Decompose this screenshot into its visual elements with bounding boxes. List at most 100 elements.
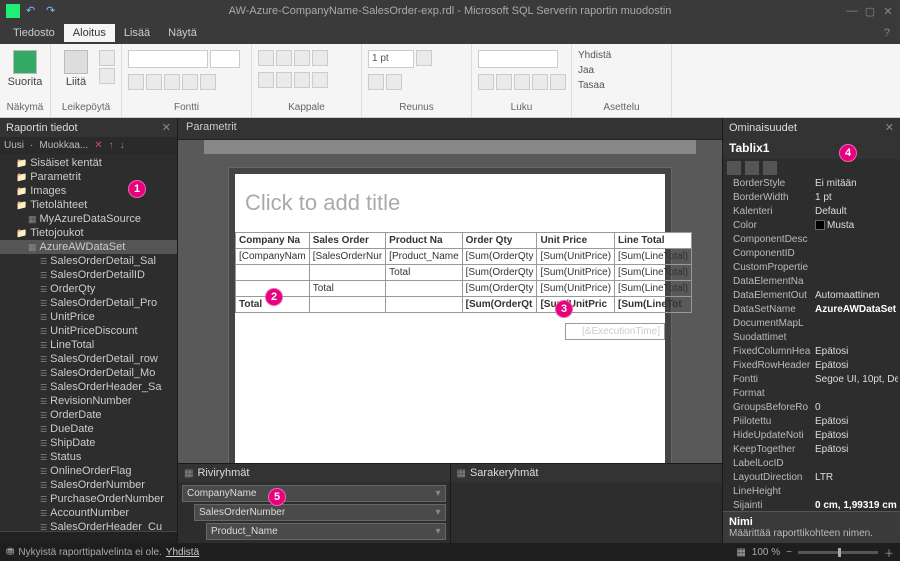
split-button[interactable]: Jaa bbox=[578, 65, 594, 76]
align-left-icon[interactable] bbox=[258, 50, 274, 66]
border-icon[interactable] bbox=[368, 74, 384, 90]
property-row[interactable]: PiilotettuEpätosi bbox=[723, 415, 900, 429]
property-row[interactable]: Suodattimet bbox=[723, 331, 900, 345]
tab-insert[interactable]: Lisää bbox=[115, 24, 159, 42]
tab-file[interactable]: Tiedosto bbox=[4, 24, 64, 42]
tree-node[interactable]: OrderQty bbox=[0, 282, 177, 296]
tree-node[interactable]: PurchaseOrderNumber bbox=[0, 492, 177, 506]
tree-node[interactable]: AccountNumber bbox=[0, 506, 177, 520]
tree-node[interactable]: LineTotal bbox=[0, 338, 177, 352]
border-color-icon[interactable] bbox=[386, 74, 402, 90]
tree-node[interactable]: ShipDate bbox=[0, 436, 177, 450]
undo-icon[interactable]: ↶ bbox=[26, 4, 40, 18]
tree-node[interactable]: Tietojoukot bbox=[0, 226, 177, 240]
new-button[interactable]: Uusi bbox=[4, 140, 24, 151]
paste-button[interactable]: Liitä bbox=[57, 50, 95, 88]
property-row[interactable]: FonttiSegoe UI, 10pt, Default, bbox=[723, 373, 900, 387]
border-style-icon[interactable] bbox=[416, 50, 432, 66]
alphabetical-icon[interactable] bbox=[745, 161, 759, 175]
tree-node[interactable]: SalesOrderDetail_Sal bbox=[0, 254, 177, 268]
italic-icon[interactable] bbox=[146, 74, 162, 90]
tree-node[interactable]: SalesOrderDetailID bbox=[0, 268, 177, 282]
tree-node[interactable]: Tietolähteet bbox=[0, 198, 177, 212]
tree-node[interactable]: OnlineOrderFlag bbox=[0, 464, 177, 478]
indent-icon[interactable] bbox=[312, 72, 328, 88]
comma-icon[interactable] bbox=[514, 74, 530, 90]
down-icon[interactable]: ↓ bbox=[120, 140, 125, 151]
valign-bot-icon[interactable] bbox=[294, 72, 310, 88]
zoom-in-icon[interactable]: ＋ bbox=[884, 545, 894, 560]
tree-node[interactable]: UnitPriceDiscount bbox=[0, 324, 177, 338]
property-row[interactable]: DocumentMapL bbox=[723, 317, 900, 331]
close-icon[interactable]: ✕ bbox=[162, 121, 171, 134]
property-row[interactable]: DataSetNameAzureAWDataSet bbox=[723, 303, 900, 317]
tree-node[interactable]: SalesOrderDetail_row bbox=[0, 352, 177, 366]
row-group[interactable]: CompanyName bbox=[182, 485, 446, 502]
merge-button[interactable]: Yhdistä bbox=[578, 50, 611, 61]
percent-icon[interactable] bbox=[496, 74, 512, 90]
align-button[interactable]: Tasaa bbox=[578, 80, 605, 91]
valign-top-icon[interactable] bbox=[258, 72, 274, 88]
property-row[interactable]: FixedColumnHeaEpätosi bbox=[723, 345, 900, 359]
number-format-select[interactable] bbox=[478, 50, 558, 68]
parameters-tab[interactable]: Parametrit bbox=[178, 118, 722, 140]
report-data-tree[interactable]: Sisäiset kentätParametritImagesTietoläht… bbox=[0, 154, 177, 531]
property-grid[interactable]: BorderStyleEi mitäänBorderWidth1 ptKalen… bbox=[723, 177, 900, 511]
align-justify-icon[interactable] bbox=[312, 50, 328, 66]
property-row[interactable]: ColorMusta bbox=[723, 219, 900, 233]
property-row[interactable]: LineHeight bbox=[723, 485, 900, 499]
underline-icon[interactable] bbox=[164, 74, 180, 90]
currency-icon[interactable] bbox=[478, 74, 494, 90]
tablix[interactable]: Company NaSales OrderProduct NaOrder Qty… bbox=[235, 232, 692, 313]
cut-icon[interactable] bbox=[99, 50, 115, 66]
tree-node[interactable]: SalesOrderDetail_Mo bbox=[0, 366, 177, 380]
align-center-icon[interactable] bbox=[276, 50, 292, 66]
close-icon[interactable]: ✕ bbox=[885, 121, 894, 134]
tree-node[interactable]: SalesOrderHeader_Sa bbox=[0, 380, 177, 394]
font-color-icon[interactable] bbox=[182, 74, 198, 90]
dec-dec-icon[interactable] bbox=[550, 74, 566, 90]
minimize-button[interactable]: — bbox=[846, 5, 858, 17]
align-right-icon[interactable] bbox=[294, 50, 310, 66]
property-row[interactable]: LayoutDirectionLTR bbox=[723, 471, 900, 485]
property-row[interactable]: BorderWidth1 pt bbox=[723, 191, 900, 205]
tree-node[interactable]: OrderDate bbox=[0, 408, 177, 422]
property-row[interactable]: Sijainti0 cm, 1,99319 cm bbox=[723, 499, 900, 511]
tree-node[interactable]: Parametrit bbox=[0, 170, 177, 184]
property-row[interactable]: HideUpdateNotiEpätosi bbox=[723, 429, 900, 443]
close-button[interactable]: ✕ bbox=[882, 5, 894, 18]
redo-icon[interactable]: ↷ bbox=[46, 4, 60, 18]
tree-node[interactable]: AzureAWDataSet bbox=[0, 240, 177, 254]
font-family-select[interactable] bbox=[128, 50, 208, 68]
tree-node[interactable]: Sisäiset kentät bbox=[0, 156, 177, 170]
property-row[interactable]: CustomPropertie bbox=[723, 261, 900, 275]
edit-button[interactable]: Muokkaa... bbox=[39, 140, 88, 151]
property-row[interactable]: ComponentID bbox=[723, 247, 900, 261]
property-row[interactable]: FixedRowHeaderEpätosi bbox=[723, 359, 900, 373]
bold-icon[interactable] bbox=[128, 74, 144, 90]
zoom-out-icon[interactable]: − bbox=[786, 547, 792, 558]
tree-node[interactable]: RevisionNumber bbox=[0, 394, 177, 408]
zoom-slider[interactable] bbox=[798, 551, 878, 554]
property-row[interactable]: Format bbox=[723, 387, 900, 401]
title-placeholder[interactable]: Click to add title bbox=[235, 174, 665, 232]
border-width-select[interactable]: 1 pt bbox=[368, 50, 414, 68]
fill-color-icon[interactable] bbox=[200, 74, 216, 90]
dec-inc-icon[interactable] bbox=[532, 74, 548, 90]
property-row[interactable]: ComponentDesc bbox=[723, 233, 900, 247]
tree-node[interactable]: DueDate bbox=[0, 422, 177, 436]
tab-view[interactable]: Näytä bbox=[159, 24, 206, 42]
tree-node[interactable]: Images bbox=[0, 184, 177, 198]
row-group[interactable]: Product_Name bbox=[206, 523, 446, 540]
run-button[interactable]: Suorita bbox=[6, 50, 44, 88]
tree-node[interactable]: SalesOrderDetail_Pro bbox=[0, 296, 177, 310]
property-row[interactable]: BorderStyleEi mitään bbox=[723, 177, 900, 191]
execution-time[interactable]: [&ExecutionTime] bbox=[565, 323, 665, 340]
restore-button[interactable]: ▢ bbox=[864, 5, 876, 18]
row-group[interactable]: SalesOrderNumber bbox=[194, 504, 446, 521]
report-page[interactable]: Click to add title Company NaSales Order… bbox=[235, 174, 665, 463]
design-mode-icon[interactable]: ▦ bbox=[736, 547, 745, 558]
property-pages-icon[interactable] bbox=[763, 161, 777, 175]
property-row[interactable]: DataElementNa bbox=[723, 275, 900, 289]
tree-node[interactable]: MyAzureDataSource bbox=[0, 212, 177, 226]
